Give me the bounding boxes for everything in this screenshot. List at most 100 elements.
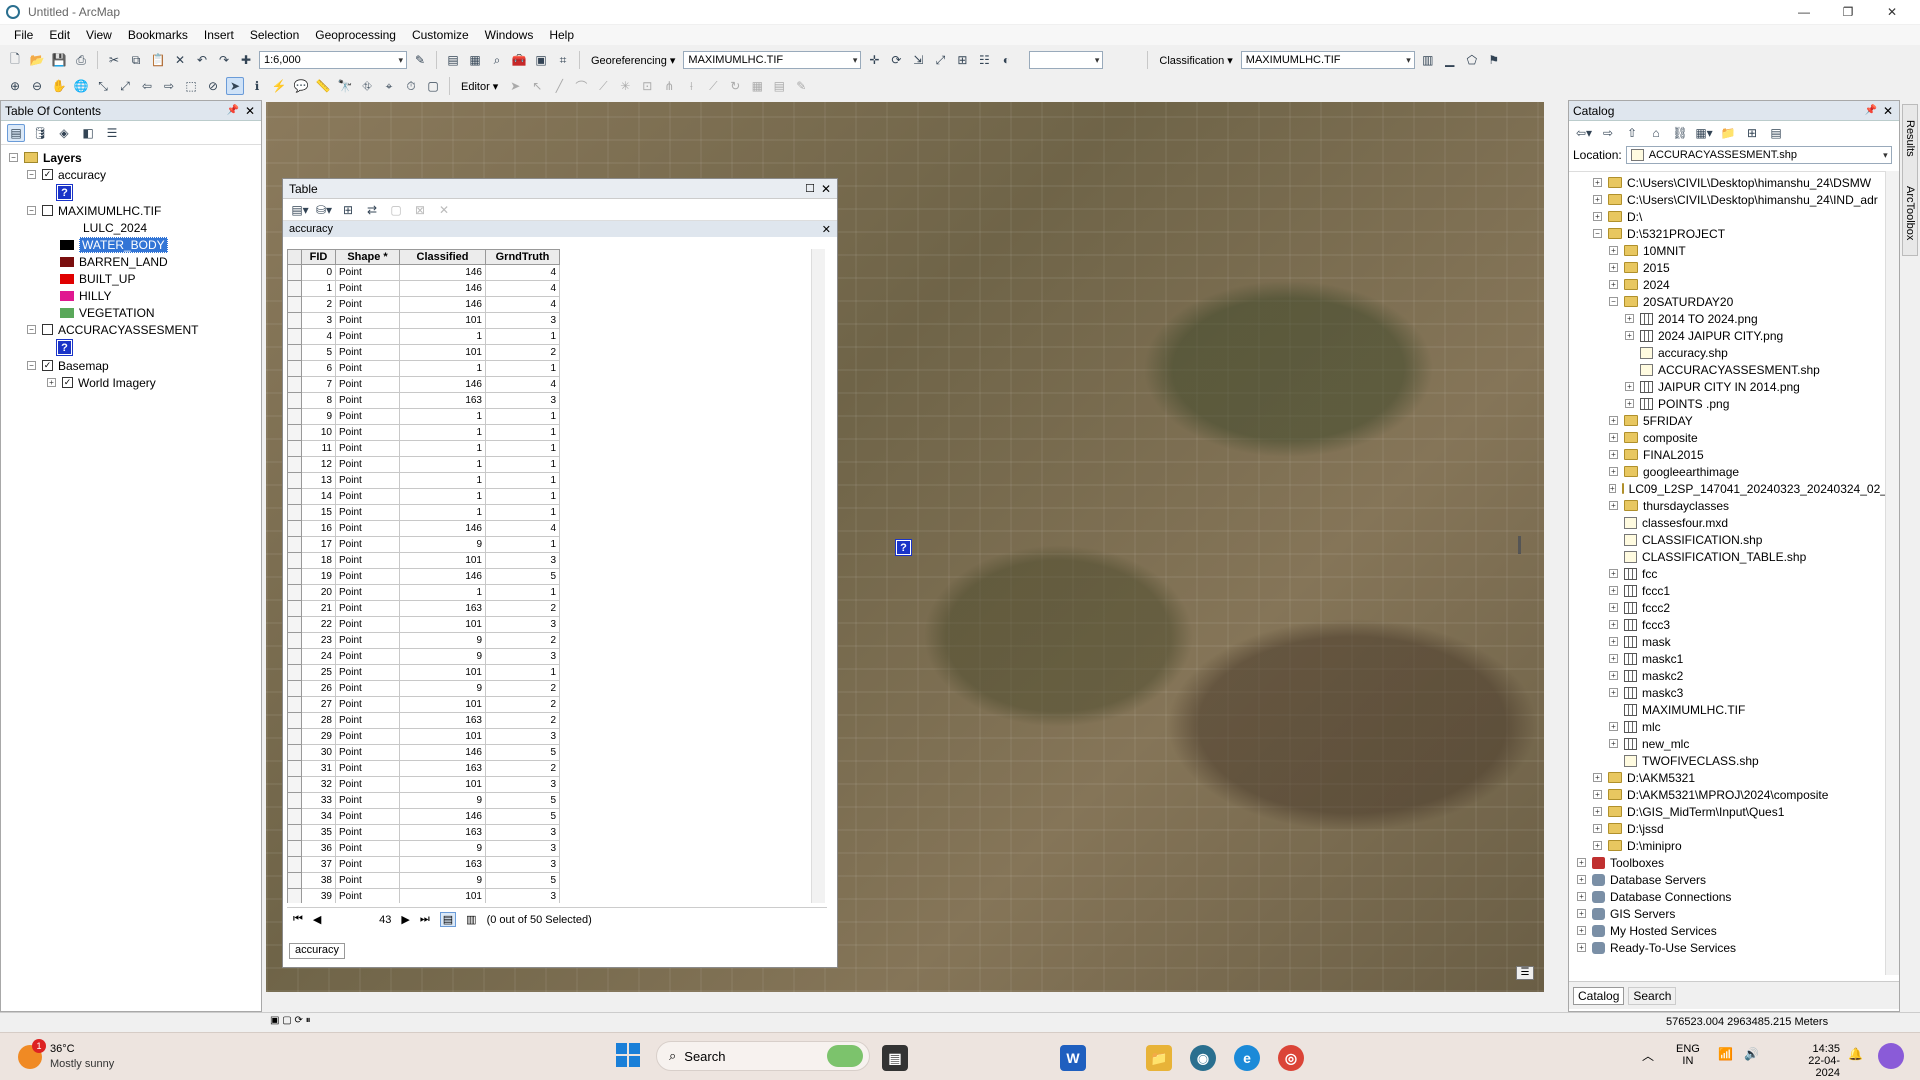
hyperlink-icon[interactable]: ⚡: [270, 77, 288, 95]
next-record-icon[interactable]: ▶: [401, 913, 409, 926]
catalog-item[interactable]: + new_mlc: [1569, 735, 1885, 752]
row-selector[interactable]: [287, 744, 302, 761]
expand-icon[interactable]: +: [1609, 467, 1618, 476]
expand-icon[interactable]: +: [47, 378, 56, 387]
catalog-item[interactable]: +10MNIT: [1569, 242, 1885, 259]
forward-icon[interactable]: ⇨: [1599, 124, 1617, 142]
catalog-item[interactable]: + mlc: [1569, 718, 1885, 735]
table-row[interactable]: 29 Point 101 3: [287, 728, 560, 745]
expand-icon[interactable]: +: [1609, 722, 1618, 731]
catalog-item[interactable]: + Database Connections: [1569, 888, 1885, 905]
row-selector[interactable]: [287, 680, 302, 697]
row-selector[interactable]: [287, 312, 302, 329]
table-row[interactable]: 22 Point 101 3: [287, 616, 560, 633]
zoom-to-selected-icon[interactable]: ⊠: [411, 201, 429, 219]
cut-icon[interactable]: ✂: [105, 51, 123, 69]
catalog-item[interactable]: + LC09_L2SP_147041_20240323_20240324_02_T: [1569, 480, 1885, 497]
layer-accuracy[interactable]: − ✓ accuracy: [9, 166, 261, 183]
close-button[interactable]: ✕: [1870, 0, 1914, 24]
expand-icon[interactable]: +: [1593, 773, 1602, 782]
select-by-attributes-icon[interactable]: ⊞: [339, 201, 357, 219]
editor-menu[interactable]: Editor ▾: [457, 80, 502, 93]
table-row[interactable]: 37 Point 163 3: [287, 856, 560, 873]
table-row[interactable]: 27 Point 101 2: [287, 696, 560, 713]
layer-basemap[interactable]: − ✓ Basemap: [9, 357, 261, 374]
task-view-icon[interactable]: ▤: [882, 1045, 908, 1071]
fixed-zoom-in-icon[interactable]: ⤡: [94, 77, 112, 95]
expand-icon[interactable]: +: [1593, 841, 1602, 850]
table-row[interactable]: 30 Point 146 5: [287, 744, 560, 761]
catalog-item[interactable]: + C:\Users\CIVIL\Desktop\himanshu_24\DSMW: [1569, 174, 1885, 191]
show-all-records-icon[interactable]: ▤: [439, 912, 457, 927]
legend-item-vegetation[interactable]: VEGETATION: [9, 304, 261, 321]
row-selector[interactable]: [287, 536, 302, 553]
menu-view[interactable]: View: [78, 28, 120, 42]
pin-icon[interactable]: 📌: [1865, 105, 1877, 116]
layer-maximumlhc[interactable]: − MAXIMUMLHC.TIF: [9, 202, 261, 219]
catalog-tab[interactable]: Catalog: [1573, 986, 1625, 1005]
expand-icon[interactable]: +: [1577, 858, 1586, 867]
show-hidden-icons[interactable]: ︿: [1642, 1047, 1654, 1064]
clock[interactable]: 14:35 22-04-2024: [1790, 1043, 1840, 1079]
table-row[interactable]: 21 Point 163 2: [287, 600, 560, 617]
modelbuilder-icon[interactable]: ⌗: [554, 51, 572, 69]
table-row[interactable]: 3 Point 101 3: [287, 312, 560, 329]
arcmap-taskbar-icon[interactable]: ◉: [1190, 1045, 1216, 1071]
row-selector[interactable]: [287, 664, 302, 681]
catalog-vertical-scrollbar[interactable]: [1885, 171, 1899, 975]
menu-customize[interactable]: Customize: [404, 28, 477, 42]
table-row[interactable]: 8 Point 163 3: [287, 392, 560, 409]
table-row[interactable]: 36 Point 9 3: [287, 840, 560, 857]
catalog-item[interactable]: − 20SATURDAY20: [1569, 293, 1885, 310]
first-record-icon[interactable]: ⏮: [293, 913, 303, 926]
switch-selection-icon[interactable]: ⇄: [363, 201, 381, 219]
minimize-button[interactable]: —: [1782, 0, 1826, 24]
search-window-icon[interactable]: ⌕: [488, 51, 506, 69]
vertical-scrollbar[interactable]: [811, 249, 825, 903]
catalog-item[interactable]: + D:\minipro: [1569, 837, 1885, 854]
table-row[interactable]: 13 Point 1 1: [287, 472, 560, 489]
cut-polygons-icon[interactable]: ⟊: [682, 77, 700, 95]
wifi-icon[interactable]: 📶: [1718, 1047, 1733, 1061]
catalog-item[interactable]: +5FRIDAY: [1569, 412, 1885, 429]
select-features-icon[interactable]: ⬚: [182, 77, 200, 95]
layers-root[interactable]: − Layers: [9, 149, 261, 166]
toc-options-icon[interactable]: ☰: [103, 124, 121, 142]
table-tab-accuracy[interactable]: accuracy: [289, 943, 346, 959]
row-selector[interactable]: [287, 264, 302, 281]
attributes-icon[interactable]: ▦: [748, 77, 766, 95]
copy-icon[interactable]: ⧉: [127, 51, 145, 69]
catalog-item[interactable]: TWOFIVECLASS.shp: [1569, 752, 1885, 769]
row-selector[interactable]: [287, 776, 302, 793]
layer-visibility-checkbox[interactable]: ✓: [42, 169, 53, 180]
expand-icon[interactable]: +: [1609, 637, 1618, 646]
table-row[interactable]: 39 Point 101 3: [287, 888, 560, 903]
row-selector[interactable]: [287, 840, 302, 857]
go-to-xy-icon[interactable]: ⌖: [380, 77, 398, 95]
collapse-icon[interactable]: −: [1609, 297, 1618, 306]
collapse-icon[interactable]: −: [1593, 229, 1602, 238]
legend-item-built-up[interactable]: BUILT_UP: [9, 270, 261, 287]
file-explorer-icon[interactable]: 📁: [1146, 1045, 1172, 1071]
table-row[interactable]: 34 Point 146 5: [287, 808, 560, 825]
catalog-item[interactable]: + composite: [1569, 429, 1885, 446]
new-document-icon[interactable]: 🗋: [6, 51, 24, 69]
table-row[interactable]: 11 Point 1 1: [287, 440, 560, 457]
table-tab-close-icon[interactable]: ✕: [822, 223, 831, 236]
histogram-icon[interactable]: ▁: [1441, 51, 1459, 69]
back-icon[interactable]: ⇦: [138, 77, 156, 95]
table-row[interactable]: 17 Point 9 1: [287, 536, 560, 553]
table-row[interactable]: 4 Point 1 1: [287, 328, 560, 345]
copilot-icon[interactable]: [1878, 1043, 1904, 1069]
row-selector[interactable]: [287, 376, 302, 393]
table-row[interactable]: 24 Point 9 3: [287, 648, 560, 665]
row-selector[interactable]: [287, 456, 302, 473]
layer-properties-icon[interactable]: ☷: [975, 51, 993, 69]
expand-icon[interactable]: +: [1609, 671, 1618, 680]
map-scale-combo[interactable]: 1:6,000: [259, 51, 407, 69]
table-row[interactable]: 26 Point 9 2: [287, 680, 560, 697]
arctoolbox-icon[interactable]: 🧰: [510, 51, 528, 69]
georef-entry-box[interactable]: [1029, 51, 1104, 69]
row-selector[interactable]: [287, 440, 302, 457]
last-record-icon[interactable]: ⏭: [420, 913, 430, 926]
